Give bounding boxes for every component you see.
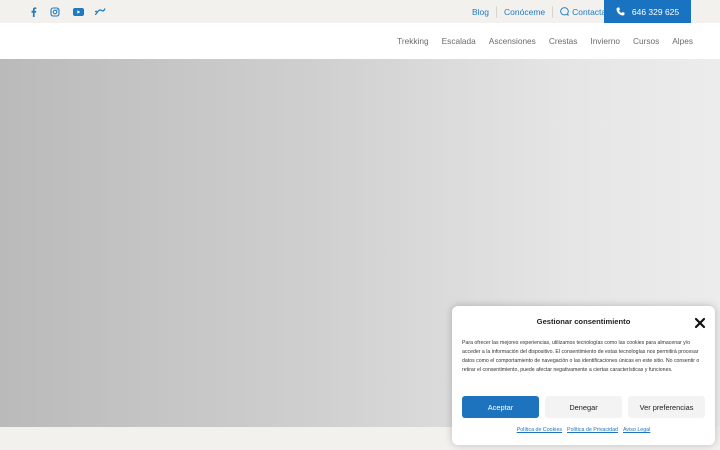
privacy-policy-link[interactable]: Política de Privacidad [567,427,618,433]
deny-button[interactable]: Denegar [545,396,622,418]
main-nav: Trekking Escalada Ascensiones Crestas In… [0,23,720,59]
social-slot [49,0,61,23]
consent-body: Para ofrecer las mejores experiencias, u… [462,340,700,373]
accept-button[interactable]: Aceptar [462,396,539,418]
divider [496,5,498,18]
cookie-policy-link[interactable]: Política de Cookies [517,427,562,433]
social-slot [72,0,84,23]
blog-link[interactable]: Blog [472,7,489,17]
phone-number: 646 329 625 [631,6,680,17]
phone-button[interactable]: 646 329 625 [604,0,691,23]
nav-item-ascensiones[interactable]: Ascensiones [489,36,536,46]
top-bar: Blog Conóceme Contacta 646 329 625 [0,0,720,23]
nav-item-trekking[interactable]: Trekking [397,36,429,46]
consent-title: Gestionar consentimiento [536,317,631,326]
social-icons [27,0,39,23]
wikiloc-icon[interactable] [94,6,106,18]
nav-menu: Trekking Escalada Ascensiones Crestas In… [384,23,693,59]
top-links: Blog Conóceme Contacta [472,0,606,23]
contact-label: Contacta [572,6,607,17]
chat-icon [560,7,570,16]
instagram-icon[interactable] [49,6,61,18]
phone-icon [616,7,625,16]
social-slot [94,0,106,23]
nav-item-cursos[interactable]: Cursos [633,36,659,46]
about-link[interactable]: Conóceme [504,7,545,17]
consent-links: Política de Cookies Política de Privacid… [452,427,715,433]
legal-notice-link[interactable]: Aviso Legal [623,427,650,433]
nav-item-alpes[interactable]: Alpes [672,36,693,46]
cookie-consent-dialog: Gestionar consentimiento Para ofrecer la… [452,306,715,445]
preferences-button[interactable]: Ver preferencias [628,396,705,418]
nav-item-invierno[interactable]: Invierno [590,36,620,46]
youtube-icon[interactable] [72,6,84,18]
nav-item-crestas[interactable]: Crestas [549,36,578,46]
nav-item-escalada[interactable]: Escalada [442,36,476,46]
contact-link[interactable]: Contacta [560,7,606,17]
facebook-icon[interactable] [27,6,39,18]
divider [552,5,554,18]
close-icon[interactable] [694,316,706,329]
